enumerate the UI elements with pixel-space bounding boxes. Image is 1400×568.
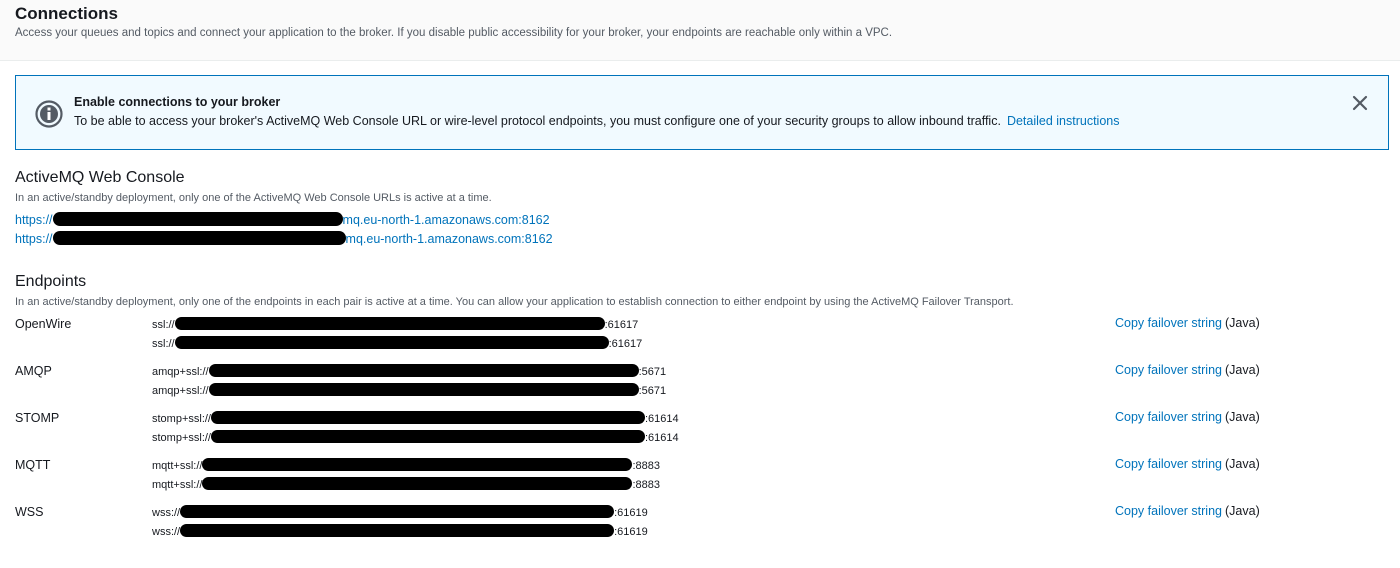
url-suffix: mq.eu-north-1.amazonaws.com:8162 (345, 232, 553, 246)
copy-failover-suffix: (Java) (1225, 316, 1260, 330)
alert-body: To be able to access your broker's Activ… (74, 114, 1120, 128)
endpoint-port: :8883 (632, 479, 660, 491)
endpoint-prefix: stomp+ssl:// (152, 413, 211, 425)
endpoint-url: ssl:// :61617 (152, 336, 642, 352)
redacted-hostname (52, 231, 346, 245)
copy-failover-suffix: (Java) (1225, 410, 1260, 424)
redacted-hostname (211, 430, 645, 443)
endpoint-label-mqtt: MQTT (15, 458, 51, 472)
endpoint-prefix: amqp+ssl:// (152, 385, 209, 397)
endpoint-url: stomp+ssl:// :61614 (152, 411, 679, 427)
copy-failover-suffix: (Java) (1225, 457, 1260, 471)
page-title: Connections (15, 4, 118, 23)
endpoint-label-stomp: STOMP (15, 411, 60, 425)
endpoint-label-openwire: OpenWire (15, 317, 72, 331)
endpoint-label-wss: WSS (15, 505, 44, 519)
endpoint-url: wss:// :61619 (152, 505, 648, 521)
close-icon[interactable] (1352, 95, 1368, 111)
alert-title: Enable connections to your broker (74, 95, 281, 109)
redacted-hostname (208, 364, 639, 377)
page-description: Access your queues and topics and connec… (15, 27, 893, 39)
redacted-hostname (174, 317, 605, 330)
endpoint-prefix: amqp+ssl:// (152, 366, 209, 378)
copy-failover-string-button[interactable]: Copy failover string (1115, 457, 1222, 471)
endpoint-url: mqtt+ssl:// :8883 (152, 477, 660, 493)
redacted-hostname (52, 212, 343, 226)
url-suffix: mq.eu-north-1.amazonaws.com:8162 (342, 213, 550, 227)
endpoint-url: amqp+ssl:// :5671 (152, 383, 666, 399)
alert-body-text: To be able to access your broker's Activ… (74, 114, 1001, 128)
endpoint-port: :5671 (638, 366, 667, 378)
redacted-hostname (211, 411, 645, 424)
endpoint-prefix: ssl:// (152, 338, 175, 350)
endpoint-url: wss:// :61619 (152, 524, 648, 540)
endpoint-label-amqp: AMQP (15, 364, 52, 378)
info-icon (35, 100, 63, 128)
endpoint-port: :8883 (632, 460, 660, 472)
copy-failover-mqtt: Copy failover string (Java) (1115, 457, 1260, 471)
endpoint-prefix: wss:// (152, 507, 181, 519)
page-header: Connections Access your queues and topic… (0, 0, 1400, 61)
copy-failover-string-button[interactable]: Copy failover string (1115, 504, 1222, 518)
endpoints-title: Endpoints (15, 273, 87, 290)
url-prefix: https:// (15, 213, 53, 227)
endpoint-port: :61614 (645, 413, 679, 425)
endpoint-url: mqtt+ssl:// :8883 (152, 458, 660, 474)
endpoint-prefix: mqtt+ssl:// (152, 460, 203, 472)
copy-failover-string-button[interactable]: Copy failover string (1115, 363, 1222, 377)
copy-failover-wss: Copy failover string (Java) (1115, 504, 1260, 518)
copy-failover-string-button[interactable]: Copy failover string (1115, 410, 1222, 424)
endpoint-port: :61617 (604, 319, 639, 331)
copy-failover-suffix: (Java) (1225, 363, 1260, 377)
web-console-title: ActiveMQ Web Console (15, 169, 185, 186)
endpoint-port: :61614 (645, 432, 679, 444)
web-console-url-2[interactable]: https:// mq.eu-north-1.amazonaws.com:8162 (15, 231, 553, 249)
endpoint-port: :61617 (608, 338, 643, 350)
redacted-hostname (180, 505, 615, 518)
copy-failover-amqp: Copy failover string (Java) (1115, 363, 1260, 377)
copy-failover-suffix: (Java) (1225, 504, 1260, 518)
endpoint-prefix: mqtt+ssl:// (152, 479, 203, 491)
endpoint-url: ssl:// :61617 (152, 317, 638, 333)
endpoint-prefix: stomp+ssl:// (152, 432, 211, 444)
web-console-description: In an active/standby deployment, only on… (15, 192, 492, 204)
copy-failover-string-button[interactable]: Copy failover string (1115, 316, 1222, 330)
endpoint-port: :61619 (614, 526, 648, 538)
redacted-hostname (202, 477, 633, 490)
endpoint-url: amqp+ssl:// :5671 (152, 364, 666, 380)
web-console-url-1[interactable]: https:// mq.eu-north-1.amazonaws.com:8162 (15, 212, 550, 230)
endpoints-description: In an active/standby deployment, only on… (15, 296, 1014, 308)
redacted-hostname (202, 458, 633, 471)
endpoint-prefix: wss:// (152, 526, 181, 538)
info-alert: Enable connections to your broker To be … (15, 75, 1389, 150)
endpoint-port: :5671 (638, 385, 667, 397)
detailed-instructions-link[interactable]: Detailed instructions (1007, 114, 1120, 128)
redacted-hostname (208, 383, 639, 396)
endpoint-prefix: ssl:// (152, 319, 175, 331)
redacted-hostname (180, 524, 615, 537)
redacted-hostname (174, 336, 609, 349)
endpoint-url: stomp+ssl:// :61614 (152, 430, 679, 446)
endpoint-port: :61619 (614, 507, 648, 519)
copy-failover-openwire: Copy failover string (Java) (1115, 316, 1260, 330)
url-prefix: https:// (15, 232, 53, 246)
copy-failover-stomp: Copy failover string (Java) (1115, 410, 1260, 424)
